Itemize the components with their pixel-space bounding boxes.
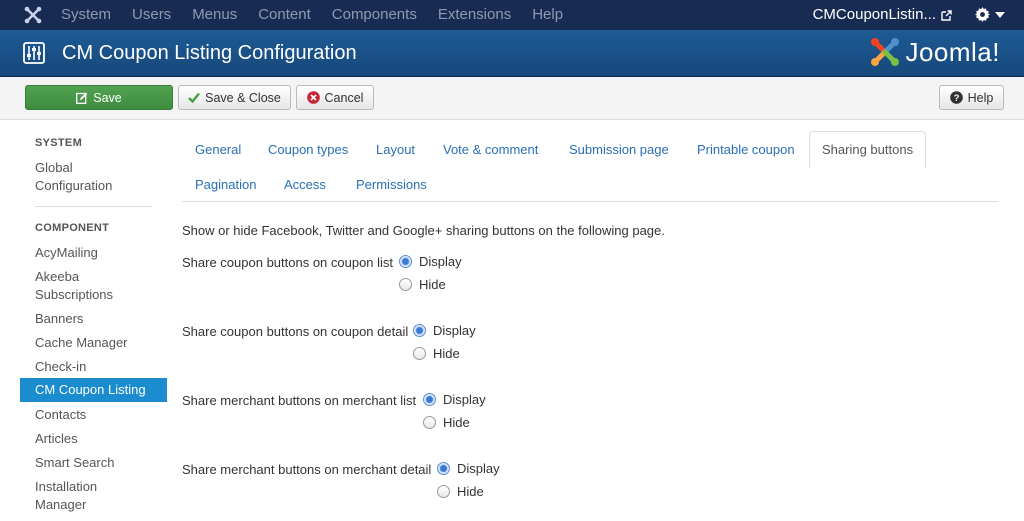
help-label: Help: [967, 90, 994, 105]
tab-vote-comment[interactable]: Vote & comment: [443, 142, 538, 157]
radio-label-display: Display: [443, 392, 486, 407]
sidebar-item-cache-manager[interactable]: Cache Manager: [20, 334, 167, 352]
tab-coupon-types[interactable]: Coupon types: [268, 142, 348, 157]
sidebar-item-akeeba-subscriptions[interactable]: Akeeba Subscriptions: [20, 268, 167, 304]
gear-icon: [975, 7, 990, 22]
radio-label-display: Display: [419, 254, 462, 269]
radio-coupon-list-display[interactable]: Display: [399, 254, 462, 269]
tab-permissions[interactable]: Permissions: [356, 177, 427, 192]
question-icon: ?: [949, 91, 963, 104]
radio-merchant-list-display[interactable]: Display: [423, 392, 486, 407]
tab-sharing-buttons[interactable]: Sharing buttons: [809, 131, 927, 168]
global-config-line1: Global: [35, 160, 73, 175]
option-label-coupon-list: Share coupon buttons on coupon list: [182, 255, 394, 270]
edit-icon: [76, 92, 88, 104]
main-menu: System Users Menus Content Components Ex…: [61, 0, 584, 30]
radio-button[interactable]: [399, 278, 412, 291]
external-link-icon: [941, 9, 952, 21]
joomla-icon[interactable]: [23, 5, 43, 25]
joomla-wordmark: Joomla!: [905, 36, 1000, 67]
radio-label-display: Display: [433, 323, 476, 338]
cancel-button[interactable]: Cancel: [296, 85, 374, 110]
toolbar: Save Save & Close Cancel ? Help: [0, 77, 1024, 120]
tab-submission-page[interactable]: Submission page: [569, 142, 669, 157]
tabs-divider: [182, 201, 998, 202]
radio-label-hide: Hide: [443, 415, 470, 430]
option-label-merchant-list: Share merchant buttons on merchant list: [182, 393, 417, 408]
joomla-brand-icon: [871, 38, 900, 66]
tab-printable-coupon[interactable]: Printable coupon: [697, 142, 795, 157]
tab-access[interactable]: Access: [284, 177, 326, 192]
sidebar-heading-component: COMPONENT: [35, 222, 110, 234]
tab-general[interactable]: General: [195, 142, 241, 157]
sidebar-heading-system: SYSTEM: [35, 137, 83, 149]
page-title: CM Coupon Listing Configuration: [62, 42, 357, 64]
save-button[interactable]: Save: [25, 85, 173, 110]
radio-label-hide: Hide: [457, 484, 484, 499]
user-menu-toggle[interactable]: [975, 7, 1005, 22]
options-icon: [23, 42, 45, 64]
save-close-button[interactable]: Save & Close: [178, 85, 291, 110]
tab-layout[interactable]: Layout: [376, 142, 415, 157]
cancel-icon: [306, 91, 320, 104]
radio-merchant-list-hide[interactable]: Hide: [423, 415, 470, 430]
radio-button-checked[interactable]: [413, 324, 426, 337]
sidebar-item-articles[interactable]: Articles: [20, 430, 167, 448]
sidebar-item-check-in[interactable]: Check-in: [20, 358, 167, 376]
radio-merchant-detail-display[interactable]: Display: [437, 461, 500, 476]
sidebar-item-installation-manager[interactable]: Installation Manager: [20, 478, 167, 514]
joomla-logo: Joomla!: [869, 36, 1000, 68]
check-icon: [188, 92, 201, 103]
radio-button-checked[interactable]: [399, 255, 412, 268]
save-label: Save: [93, 90, 122, 105]
menu-extensions[interactable]: Extensions: [438, 0, 511, 30]
radio-coupon-detail-display[interactable]: Display: [413, 323, 476, 338]
global-config-line2: Configuration: [35, 178, 113, 193]
sidebar-item-smart-search[interactable]: Smart Search: [20, 454, 167, 472]
menu-system[interactable]: System: [61, 0, 111, 30]
sidebar-item-cm-coupon-listing[interactable]: CM Coupon Listing: [20, 378, 167, 402]
menu-users[interactable]: Users: [132, 0, 171, 30]
help-button[interactable]: ? Help: [939, 85, 1004, 110]
radio-button[interactable]: [423, 416, 436, 429]
tab-pagination[interactable]: Pagination: [195, 177, 256, 192]
cancel-label: Cancel: [324, 90, 364, 105]
menu-menus[interactable]: Menus: [192, 0, 237, 30]
radio-label-display: Display: [457, 461, 500, 476]
top-navbar: System Users Menus Content Components Ex…: [0, 0, 1024, 30]
menu-content[interactable]: Content: [258, 0, 311, 30]
radio-label-hide: Hide: [419, 277, 446, 292]
radio-coupon-detail-hide[interactable]: Hide: [413, 346, 460, 361]
radio-button-checked[interactable]: [437, 462, 450, 475]
caret-down-icon: [995, 11, 1005, 18]
menu-help[interactable]: Help: [532, 0, 563, 30]
sidebar-divider: [35, 206, 152, 207]
sidebar-item-acymailing[interactable]: AcyMailing: [20, 244, 167, 262]
page-header: CM Coupon Listing Configuration Joomla!: [0, 30, 1024, 77]
svg-text:?: ?: [953, 93, 959, 104]
radio-button-checked[interactable]: [423, 393, 436, 406]
site-name: CMCouponListin...: [812, 6, 936, 23]
radio-merchant-detail-hide[interactable]: Hide: [437, 484, 484, 499]
option-label-coupon-detail: Share coupon buttons on coupon detail: [182, 324, 409, 339]
save-close-label: Save & Close: [205, 90, 281, 105]
menu-components[interactable]: Components: [332, 0, 417, 30]
site-link[interactable]: CMCouponListin...: [813, 0, 952, 30]
sharing-intro-text: Show or hide Facebook, Twitter and Googl…: [182, 223, 665, 238]
sidebar-item-contacts[interactable]: Contacts: [20, 406, 167, 424]
radio-label-hide: Hide: [433, 346, 460, 361]
radio-coupon-list-hide[interactable]: Hide: [399, 277, 446, 292]
radio-button[interactable]: [413, 347, 426, 360]
sidebar-item-global-configuration[interactable]: Global Configuration: [20, 159, 167, 195]
option-label-merchant-detail: Share merchant buttons on merchant detai…: [182, 462, 432, 477]
radio-button[interactable]: [437, 485, 450, 498]
sidebar-item-banners[interactable]: Banners: [20, 310, 167, 328]
